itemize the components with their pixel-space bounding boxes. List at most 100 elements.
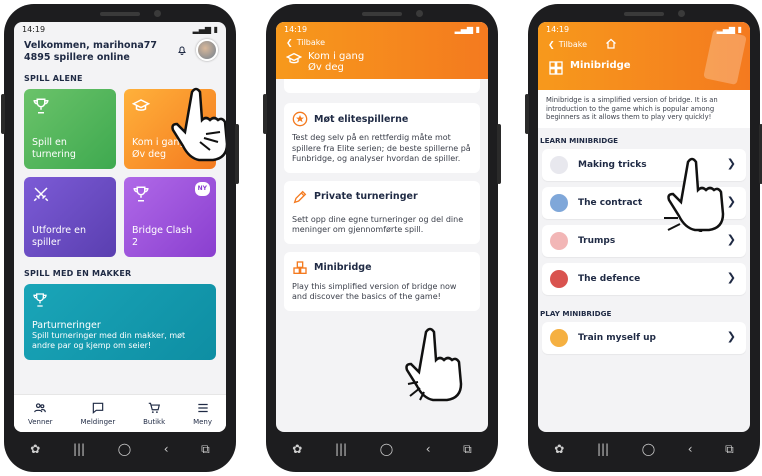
settings-icon[interactable]: ✿ (554, 442, 564, 456)
section-title-play: PLAY MINIBRIDGE (540, 308, 612, 318)
status-time: 14:19 (546, 25, 570, 34)
home-icon[interactable]: ◯ (118, 442, 131, 456)
back-button[interactable]: ❮ Tilbake (276, 36, 488, 49)
card-title: Private turneringer (314, 191, 418, 202)
tile-tournament[interactable]: Spill en turnering (24, 89, 116, 169)
card-text: Sett opp dine egne turneringer og del di… (292, 214, 464, 235)
page-title: Minibridge (570, 60, 631, 71)
page-subtitle: Øv deg (308, 62, 344, 73)
card-elite-players[interactable]: Møt elitespillerne Test deg selv på en r… (284, 103, 480, 173)
phone-frame-1: 14:19 ▂▄▆ ▮ Velkommen, marihona77 4895 s… (1, 4, 239, 472)
intro-text: Minibridge is a simplified version of br… (538, 90, 750, 128)
pair-tournaments-text: Spill turneringer med din makker, møt an… (32, 331, 186, 350)
tile-label: Utfordre en (32, 225, 87, 236)
cart-icon (148, 402, 161, 413)
section-title-alone: SPILL ALENE (24, 74, 83, 83)
lesson-making-tricks[interactable]: Making tricks ❯ (542, 148, 746, 181)
train-myself-up-item[interactable]: Train myself up ❯ (542, 321, 746, 354)
home-icon[interactable] (605, 38, 617, 50)
tab-label: Venner (27, 418, 53, 426)
chevron-left-icon: ❮ (286, 38, 293, 47)
lesson-label: Trumps (578, 235, 616, 246)
tile-label: Kom i gang (132, 137, 186, 148)
crossed-swords-icon (33, 187, 49, 202)
home-icon[interactable]: ◯ (642, 442, 655, 456)
screen-icon[interactable]: ⧉ (725, 442, 734, 457)
tab-label: Meldinger (80, 418, 116, 426)
android-nav-bar: ✿ ||| ◯ ‹ ⧉ (14, 436, 226, 462)
phone-frame-2: 14:19 ▂▄▆ ▮ ❮ Tilbake Kom i gang Øv deg … (263, 4, 501, 472)
status-icons: ▂▄▆ ▮ (454, 25, 480, 34)
status-time: 14:19 (22, 25, 46, 34)
chevron-right-icon: ❯ (726, 329, 736, 343)
card-private-tournaments[interactable]: Private turneringer Sett opp dine egne t… (284, 180, 480, 244)
tile-pair-tournaments[interactable]: Parturneringer Spill turneringer med din… (24, 284, 216, 360)
card-text: Test deg selv på en rettferdig måte mot … (292, 133, 471, 163)
back-icon[interactable]: ‹ (164, 442, 169, 456)
blocks-icon (549, 61, 563, 75)
pencil-icon (293, 190, 307, 203)
blocks-icon (293, 260, 307, 274)
minibridge-screen: 14:19 ▂▄▆ ▮ ❮ Tilbake Minibridge Minibri… (538, 22, 750, 432)
section-title-partner: SPILL MED EN MAKKER (24, 269, 132, 278)
graduation-cap-icon (131, 99, 151, 111)
contract-icon (550, 193, 568, 212)
chevron-left-icon: ❮ (548, 39, 555, 49)
tab-menu[interactable]: Meny (193, 401, 212, 426)
recents-icon[interactable]: ||| (597, 442, 609, 456)
lesson-trumps[interactable]: Trumps ❯ (542, 224, 746, 257)
bell-icon[interactable] (176, 44, 188, 56)
tab-messages[interactable]: Meldinger (80, 401, 115, 426)
pair-tournaments-title: Parturneringer (32, 320, 101, 331)
android-nav-bar: ✿ ||| ◯ ‹ ⧉ (276, 436, 488, 462)
card-title: Minibridge (314, 262, 372, 273)
chevron-right-icon: ❯ (726, 232, 736, 246)
trophy-icon (33, 293, 47, 307)
cards-icon (550, 155, 568, 174)
lesson-the-contract[interactable]: The contract ❯ (542, 186, 746, 219)
home-icon[interactable]: ◯ (380, 442, 393, 456)
card-minibridge[interactable]: Minibridge Play this simplified version … (284, 251, 480, 311)
tab-label: Butikk (143, 418, 166, 426)
recents-icon[interactable]: ||| (335, 442, 347, 456)
phone-frame-3: 14:19 ▂▄▆ ▮ ❮ Tilbake Minibridge Minibri… (525, 4, 762, 472)
tile-label: 2 (132, 237, 139, 248)
settings-icon[interactable]: ✿ (292, 442, 302, 456)
header: 14:19 ▂▄▆ ▮ ❮ Tilbake Kom i gang Øv deg (276, 22, 488, 79)
trophy-icon (133, 186, 149, 202)
avatar[interactable] (196, 39, 218, 61)
bottom-tab-bar: Venner Meldinger Butikk Meny (14, 394, 226, 432)
lesson-the-defence[interactable]: The defence ❯ (542, 262, 746, 295)
settings-icon[interactable]: ✿ (30, 442, 40, 456)
screen-icon[interactable]: ⧉ (201, 442, 210, 457)
get-started-screen: 14:19 ▂▄▆ ▮ ❮ Tilbake Kom i gang Øv deg … (276, 22, 488, 432)
back-icon[interactable]: ‹ (688, 442, 693, 456)
tab-shop[interactable]: Butikk (143, 401, 165, 426)
lesson-label: Train myself up (578, 332, 656, 343)
tile-label: Øv deg (132, 149, 167, 160)
card-top-remnant (284, 79, 480, 93)
message-icon (92, 402, 104, 414)
section-title-learn: LEARN MINIBRIDGE (540, 135, 619, 145)
tile-get-started[interactable]: Kom i gang Øv deg (124, 89, 216, 169)
chevron-right-icon: ❯ (726, 156, 736, 170)
tile-label: spiller (32, 237, 61, 248)
back-icon[interactable]: ‹ (426, 442, 431, 456)
recents-icon[interactable]: ||| (73, 442, 85, 456)
pointing-hand-icon (405, 327, 463, 402)
chevron-right-icon: ❯ (726, 194, 736, 208)
screen-icon[interactable]: ⧉ (463, 442, 472, 457)
tab-friends[interactable]: Venner (28, 401, 53, 426)
tile-challenge[interactable]: Utfordre en spiller (24, 177, 116, 257)
menu-icon (197, 403, 208, 413)
back-label: Tilbake (296, 38, 326, 47)
back-label: Tilbake (558, 39, 588, 49)
tile-bridge-clash[interactable]: NY Bridge Clash 2 (124, 177, 216, 257)
tile-label: Bridge Clash (132, 225, 193, 236)
android-nav-bar: ✿ ||| ◯ ‹ ⧉ (538, 436, 750, 462)
tile-label: turnering (32, 149, 76, 160)
lesson-label: The defence (578, 273, 641, 284)
trophy-icon (33, 98, 49, 114)
card-title: Møt elitespillerne (314, 113, 409, 125)
tab-label: Meny (193, 418, 213, 426)
